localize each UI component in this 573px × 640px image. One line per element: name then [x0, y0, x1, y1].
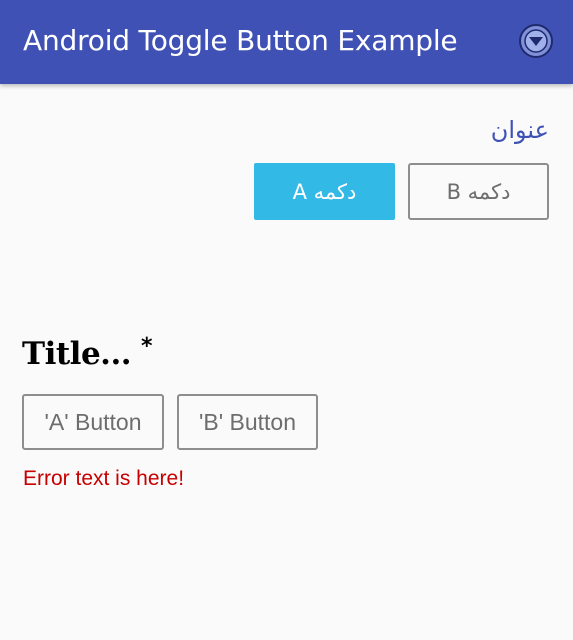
toggle-button-b[interactable]: 'B' Button: [177, 394, 318, 450]
error-message: Error text is here!: [23, 467, 185, 490]
toggle-button-a[interactable]: 'A' Button: [22, 394, 164, 450]
toggle-button-b-rtl[interactable]: دکمه B: [408, 163, 549, 220]
app-bar: Android Toggle Button Example: [0, 0, 573, 84]
toggle-button-a-rtl[interactable]: دکمه A: [254, 163, 395, 220]
overflow-menu-button[interactable]: [518, 23, 554, 59]
app-title: Android Toggle Button Example: [23, 24, 458, 57]
ltr-group-header: Title... *: [22, 334, 153, 372]
chevron-down-circle-icon: [519, 24, 553, 58]
rtl-group-title: عنوان: [490, 116, 549, 144]
required-asterisk: *: [141, 334, 153, 359]
ltr-group-title: Title...: [22, 336, 132, 372]
